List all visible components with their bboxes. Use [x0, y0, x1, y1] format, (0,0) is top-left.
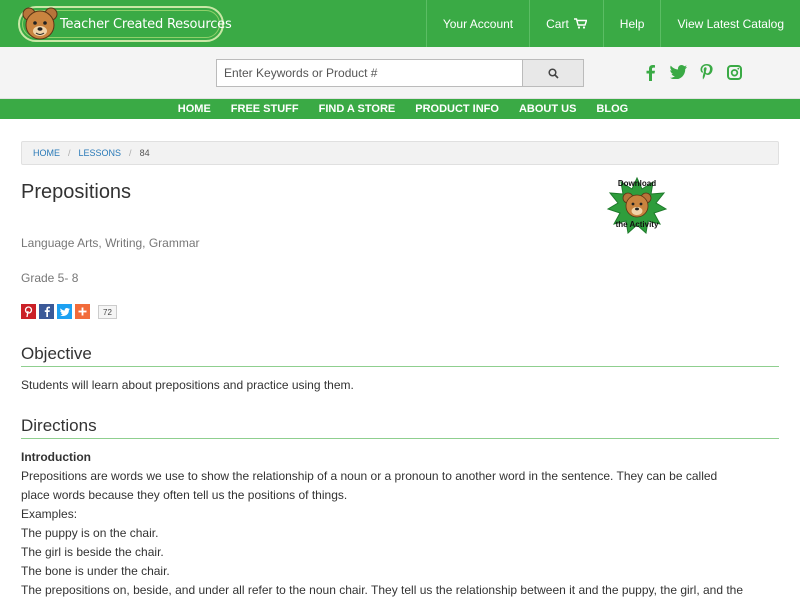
nav-free-stuff[interactable]: FREE STUFF	[221, 99, 309, 119]
download-label-top: Download	[617, 179, 657, 188]
top-bar: Teacher Created Resources Your Account C…	[0, 0, 800, 47]
search-button[interactable]	[522, 59, 584, 87]
share-buttons: 72	[21, 304, 117, 319]
nav-home[interactable]: HOME	[168, 99, 221, 119]
facebook-icon[interactable]	[641, 63, 659, 81]
download-activity-button[interactable]: Download the Activity	[606, 176, 668, 236]
directions-line: The puppy is on the chair.	[21, 526, 159, 540]
help-label: Help	[619, 16, 645, 31]
view-latest-catalog-link[interactable]: View Latest Catalog	[660, 0, 800, 47]
introduction-heading: Introduction	[21, 450, 91, 464]
breadcrumb-separator: /	[68, 148, 71, 158]
breadcrumb-lessons[interactable]: LESSONS	[79, 148, 122, 158]
pinterest-icon	[24, 306, 33, 317]
page-title: Prepositions	[21, 181, 132, 203]
lesson-grade: Grade 5- 8	[21, 271, 79, 285]
catalog-label: View Latest Catalog	[677, 16, 784, 31]
download-label-bottom: the Activity	[615, 220, 659, 229]
lesson-subjects: Language Arts, Writing, Grammar	[21, 236, 200, 250]
nav-product-info[interactable]: PRODUCT INFO	[405, 99, 509, 119]
logo[interactable]: Teacher Created Resources	[18, 6, 232, 42]
share-count: 72	[98, 304, 117, 319]
facebook-share-button[interactable]	[39, 304, 54, 319]
directions-line: Prepositions are words we use to show th…	[21, 469, 718, 483]
twitter-icon	[59, 307, 70, 316]
breadcrumb-home[interactable]: HOME	[33, 148, 60, 158]
objective-heading: Objective	[21, 344, 779, 367]
cart-link[interactable]: Cart	[529, 0, 603, 47]
objective-text: Students will learn about prepositions a…	[21, 378, 354, 392]
instagram-icon[interactable]	[725, 63, 743, 81]
your-account-link[interactable]: Your Account	[425, 0, 529, 47]
directions-body: Introduction Prepositions are words we u…	[21, 448, 781, 600]
cart-label: Cart	[546, 16, 569, 31]
directions-heading: Directions	[21, 416, 779, 439]
more-share-button[interactable]	[75, 304, 90, 319]
search-icon	[547, 67, 559, 79]
plus-icon	[78, 307, 87, 316]
main-nav: HOME FREE STUFF FIND A STORE PRODUCT INF…	[0, 99, 800, 119]
cart-icon	[573, 18, 587, 29]
pinterest-share-button[interactable]	[21, 304, 36, 319]
search-row	[0, 47, 800, 99]
breadcrumb: HOME / LESSONS / 84	[21, 141, 779, 165]
search-input[interactable]	[216, 59, 523, 87]
logo-text: Teacher Created Resources	[60, 17, 232, 32]
social-links	[641, 63, 743, 81]
bear-mascot-icon	[22, 7, 58, 40]
directions-line: The bone is under the chair.	[21, 564, 170, 578]
breadcrumb-separator: /	[129, 148, 132, 158]
facebook-icon	[44, 306, 50, 317]
nav-about-us[interactable]: ABOUT US	[509, 99, 586, 119]
help-link[interactable]: Help	[602, 0, 661, 47]
pinterest-icon[interactable]	[697, 63, 715, 81]
twitter-share-button[interactable]	[57, 304, 72, 319]
twitter-icon[interactable]	[669, 63, 687, 81]
directions-line: Examples:	[21, 507, 78, 521]
nav-blog[interactable]: BLOG	[586, 99, 638, 119]
top-nav: Your Account Cart Help View Latest Catal…	[425, 0, 800, 47]
your-account-label: Your Account	[442, 16, 514, 31]
breadcrumb-current: 84	[139, 148, 150, 158]
directions-line: The girl is beside the chair.	[21, 545, 164, 559]
nav-find-a-store[interactable]: FIND A STORE	[309, 99, 406, 119]
directions-line: place words because they often tell us t…	[21, 488, 348, 502]
directions-line: The prepositions on, beside, and under a…	[21, 583, 744, 597]
